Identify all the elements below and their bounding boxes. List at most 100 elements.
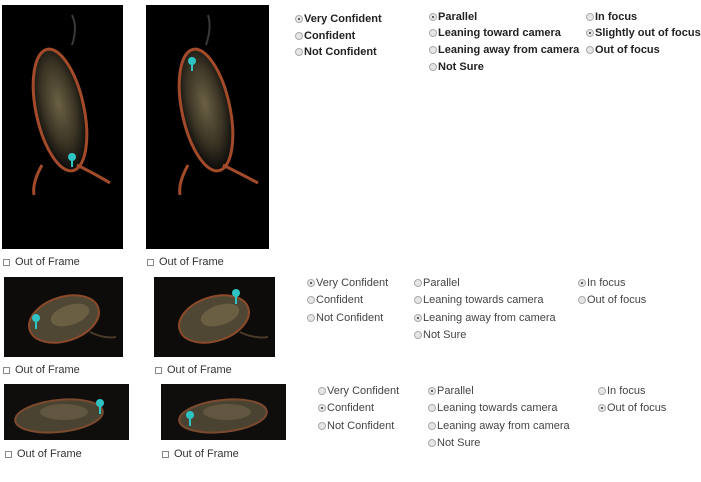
option-label: Leaning towards camera <box>437 402 558 414</box>
organism-micrograph <box>4 384 129 440</box>
radio-button[interactable] <box>586 46 594 54</box>
radio-button[interactable] <box>428 439 436 447</box>
out-of-frame-label: Out of Frame <box>174 448 239 460</box>
confidence-option[interactable]: Confident <box>307 294 363 306</box>
radio-button[interactable] <box>307 296 315 304</box>
checkbox-box[interactable] <box>147 258 154 266</box>
radio-button[interactable] <box>598 404 606 412</box>
radio-button[interactable] <box>414 279 422 287</box>
out-of-frame-checkbox[interactable]: Out of Frame <box>5 448 82 460</box>
confidence-option[interactable]: Confident <box>318 402 374 414</box>
radio-button[interactable] <box>295 15 303 23</box>
focus-option[interactable]: In focus <box>578 277 626 289</box>
radio-button[interactable] <box>428 422 436 430</box>
landmark-marker-icon[interactable] <box>232 289 240 297</box>
checkbox-box[interactable] <box>3 366 10 374</box>
option-label: Not Confident <box>316 312 384 324</box>
orientation-option[interactable]: Leaning away from camera <box>428 420 570 432</box>
landmark-marker-icon[interactable] <box>188 57 196 65</box>
option-label: Not Confident <box>327 420 395 432</box>
radio-button[interactable] <box>586 13 594 21</box>
specimen-image-row2-left[interactable] <box>4 277 123 357</box>
specimen-image-row1-right[interactable] <box>146 5 269 249</box>
option-label: Not Sure <box>423 329 467 341</box>
confidence-option[interactable]: Very Confident <box>295 13 382 25</box>
orientation-option[interactable]: Leaning towards camera <box>428 402 557 414</box>
option-label: Leaning towards camera <box>423 294 544 306</box>
out-of-frame-label: Out of Frame <box>159 256 224 268</box>
checkbox-box[interactable] <box>162 450 169 458</box>
radio-button[interactable] <box>428 404 436 412</box>
confidence-option[interactable]: Not Confident <box>318 420 394 432</box>
organism-micrograph <box>146 5 269 249</box>
option-label: Confident <box>316 294 364 306</box>
orientation-option[interactable]: Leaning away from camera <box>414 312 556 324</box>
focus-option[interactable]: Out of focus <box>598 402 666 414</box>
orientation-option[interactable]: Not Sure <box>414 329 466 341</box>
radio-button[interactable] <box>318 387 326 395</box>
specimen-image-row2-right[interactable] <box>154 277 275 357</box>
radio-button[interactable] <box>295 32 303 40</box>
out-of-frame-label: Out of Frame <box>17 448 82 460</box>
orientation-option[interactable]: Leaning toward camera <box>429 27 561 39</box>
focus-option[interactable]: In focus <box>598 385 646 397</box>
radio-button[interactable] <box>307 279 315 287</box>
confidence-option[interactable]: Not Confident <box>307 312 383 324</box>
orientation-option[interactable]: Not Sure <box>429 61 484 73</box>
confidence-option[interactable]: Not Confident <box>295 46 377 58</box>
out-of-frame-checkbox[interactable]: Out of Frame <box>155 364 232 376</box>
option-label: Leaning toward camera <box>438 27 561 39</box>
option-label: In focus <box>607 385 646 397</box>
focus-option[interactable]: In focus <box>586 11 637 23</box>
radio-button[interactable] <box>429 46 437 54</box>
radio-button[interactable] <box>414 314 422 322</box>
checkbox-box[interactable] <box>5 450 12 458</box>
radio-button[interactable] <box>295 48 303 56</box>
confidence-option[interactable]: Very Confident <box>318 385 399 397</box>
focus-option[interactable]: Out of focus <box>578 294 646 306</box>
specimen-image-row1-left[interactable] <box>2 5 123 249</box>
specimen-image-row3-left[interactable] <box>4 384 129 440</box>
organism-micrograph <box>4 277 123 357</box>
orientation-option[interactable]: Not Sure <box>428 437 480 449</box>
radio-button[interactable] <box>578 279 586 287</box>
checkbox-box[interactable] <box>155 366 162 374</box>
radio-button[interactable] <box>429 13 437 21</box>
radio-button[interactable] <box>428 387 436 395</box>
orientation-option[interactable]: Leaning towards camera <box>414 294 543 306</box>
confidence-option[interactable]: Confident <box>295 30 355 42</box>
out-of-frame-checkbox[interactable]: Out of Frame <box>162 448 239 460</box>
radio-button[interactable] <box>586 29 594 37</box>
radio-button[interactable] <box>414 331 422 339</box>
out-of-frame-checkbox[interactable]: Out of Frame <box>3 364 80 376</box>
option-label: Out of focus <box>607 402 667 414</box>
radio-button[interactable] <box>598 387 606 395</box>
radio-button[interactable] <box>414 296 422 304</box>
radio-button[interactable] <box>307 314 315 322</box>
radio-button[interactable] <box>318 422 326 430</box>
focus-option[interactable]: Slightly out of focus <box>586 27 701 39</box>
confidence-option[interactable]: Very Confident <box>307 277 388 289</box>
orientation-option[interactable]: Leaning away from camera <box>429 44 579 56</box>
option-label: Very Confident <box>316 277 389 289</box>
landmark-marker-icon[interactable] <box>186 411 194 419</box>
landmark-marker-icon[interactable] <box>32 314 40 322</box>
checkbox-box[interactable] <box>3 258 10 266</box>
landmark-marker-icon[interactable] <box>96 399 104 407</box>
focus-option[interactable]: Out of focus <box>586 44 660 56</box>
option-label: Confident <box>327 402 375 414</box>
out-of-frame-checkbox[interactable]: Out of Frame <box>147 256 224 268</box>
radio-button[interactable] <box>429 29 437 37</box>
option-label: Not Confident <box>304 46 377 58</box>
orientation-option[interactable]: Parallel <box>428 385 474 397</box>
orientation-option[interactable]: Parallel <box>414 277 460 289</box>
orientation-option[interactable]: Parallel <box>429 11 477 23</box>
out-of-frame-checkbox[interactable]: Out of Frame <box>3 256 80 268</box>
radio-button[interactable] <box>318 404 326 412</box>
landmark-marker-icon[interactable] <box>68 153 76 161</box>
option-label: Out of focus <box>587 294 647 306</box>
radio-button[interactable] <box>429 63 437 71</box>
radio-button[interactable] <box>578 296 586 304</box>
option-label: Parallel <box>437 385 474 397</box>
specimen-image-row3-right[interactable] <box>161 384 286 440</box>
